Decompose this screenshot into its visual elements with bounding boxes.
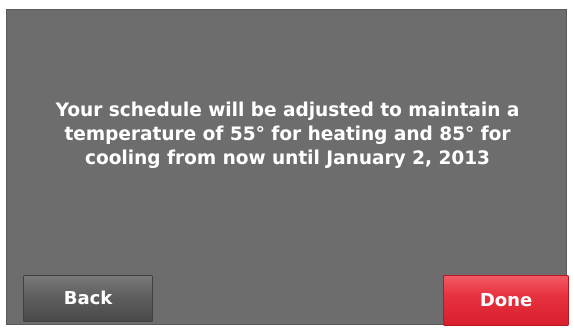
thermostat-screen: Your schedule will be adjusted to mainta… (6, 9, 569, 326)
done-button[interactable]: Done (443, 275, 569, 326)
back-button[interactable]: Back (23, 275, 153, 322)
schedule-message: Your schedule will be adjusted to mainta… (55, 100, 520, 169)
